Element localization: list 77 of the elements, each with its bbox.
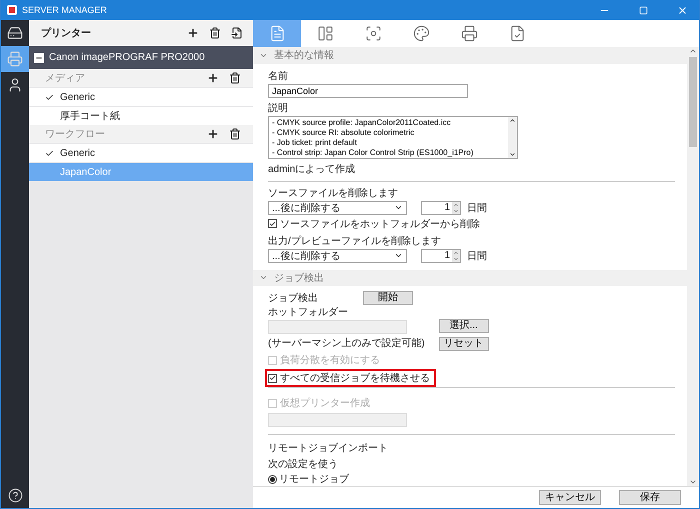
checkbox-label: すべての受信ジョブを待機させる [280, 372, 430, 385]
field-label: 次の設定を使う [268, 458, 339, 471]
spin-down-icon [453, 208, 459, 214]
add-icon[interactable] [187, 27, 199, 39]
close-icon [676, 4, 688, 16]
checkbox-label: ソースファイルをホットフォルダーから削除 [280, 218, 480, 230]
collapse-toggle[interactable] [34, 52, 44, 62]
save-button[interactable]: 保存 [619, 490, 681, 505]
field-label: ホットフォルダー [268, 306, 349, 319]
list-item[interactable]: 厚手コート紙 [29, 107, 253, 125]
group-label: メディア [45, 72, 86, 85]
cancel-button[interactable]: キャンセル [539, 490, 601, 505]
section-title: 基本的な情報 [274, 48, 334, 62]
window-title: SERVER MANAGER [22, 5, 108, 15]
add-icon[interactable] [207, 128, 219, 140]
drive-icon [7, 25, 23, 41]
delete-timing-dropdown[interactable]: ...後に削除する [268, 200, 407, 214]
spin-up-icon [453, 202, 459, 208]
import-icon[interactable] [231, 27, 243, 39]
maximize-icon [638, 6, 648, 14]
focus-frame-icon [364, 25, 382, 42]
printer-name: Canon imagePROGRAF PRO2000 [49, 52, 205, 63]
scrollbar[interactable] [687, 47, 699, 486]
delete-icon[interactable] [229, 128, 241, 140]
checkbox[interactable] [268, 219, 277, 228]
delete-icon[interactable] [209, 27, 221, 39]
created-by-text: adminによって作成 [268, 162, 356, 176]
checkbox-label: 仮想プリンター作成 [280, 396, 370, 410]
delete-icon[interactable] [229, 72, 241, 84]
chevron-down-icon [394, 251, 403, 260]
spin-up-icon [453, 250, 459, 256]
user-icon [7, 77, 23, 93]
palette-icon [412, 25, 430, 42]
checkbox[interactable] [268, 374, 277, 382]
panel-title: プリンター [41, 26, 92, 40]
section-header[interactable]: ジョブ検出 [253, 270, 687, 286]
add-icon[interactable] [207, 72, 219, 84]
days-unit: 日間 [467, 250, 487, 262]
checkbox-label: 負荷分散を有効にする [280, 354, 380, 367]
scroll-up-icon [689, 47, 697, 55]
scroll-up-icon [509, 116, 516, 124]
printer-icon [7, 51, 23, 67]
days-unit: 日間 [467, 202, 487, 214]
note-text: (サーバーマシン上のみで設定可能) [268, 337, 425, 350]
field-label: リモートジョブインポート [268, 442, 389, 455]
radio-option[interactable]: リモートジョブ [268, 472, 675, 486]
spin-down-icon [453, 256, 459, 262]
days-spinner[interactable]: 1 [421, 248, 461, 262]
printer-row[interactable]: Canon imagePROGRAF PRO2000 [29, 46, 253, 69]
scrollbar-thumb[interactable] [689, 57, 697, 147]
field-label: 説明 [268, 102, 289, 114]
radio-button[interactable] [268, 474, 277, 484]
group-label: ワークフロー [45, 128, 106, 141]
document-check-icon [508, 25, 526, 42]
layout-icon [316, 25, 334, 42]
delete-timing-dropdown[interactable]: ...後に削除する [268, 248, 407, 262]
document-icon [268, 25, 286, 42]
app-icon [7, 5, 17, 15]
list-item[interactable]: Generic [29, 144, 253, 162]
scroll-down-icon [689, 478, 697, 486]
field-label: 出力/プレビューファイルを削除します [268, 234, 442, 248]
browse-button[interactable]: 選択... [438, 319, 489, 333]
field-label: ジョブ検出 [268, 292, 318, 304]
section-header[interactable]: 基本的な情報 [253, 47, 687, 64]
reset-button[interactable]: リセット [438, 337, 489, 351]
section-title: ジョブ検出 [274, 272, 324, 285]
chevron-down-icon [394, 203, 403, 212]
field-label: ソースファイルを削除します [268, 186, 399, 200]
scroll-down-icon [509, 150, 516, 158]
start-button[interactable]: 開始 [363, 291, 413, 305]
name-field[interactable]: JapanColor [268, 84, 468, 98]
field-label: 名前 [268, 70, 289, 82]
list-item[interactable]: Generic [29, 88, 253, 106]
description-field[interactable]: - CMYK source profile: JapanColor2011Coated.icc - CMYK source RI: absolute colorimetric - Job ticket: print default - Control strip: Japan Color Control Strip (ES1000_i1Pro) [268, 116, 518, 158]
printer-icon [460, 25, 478, 42]
scrollbar[interactable] [508, 116, 517, 158]
days-spinner[interactable]: 1 [421, 200, 461, 214]
